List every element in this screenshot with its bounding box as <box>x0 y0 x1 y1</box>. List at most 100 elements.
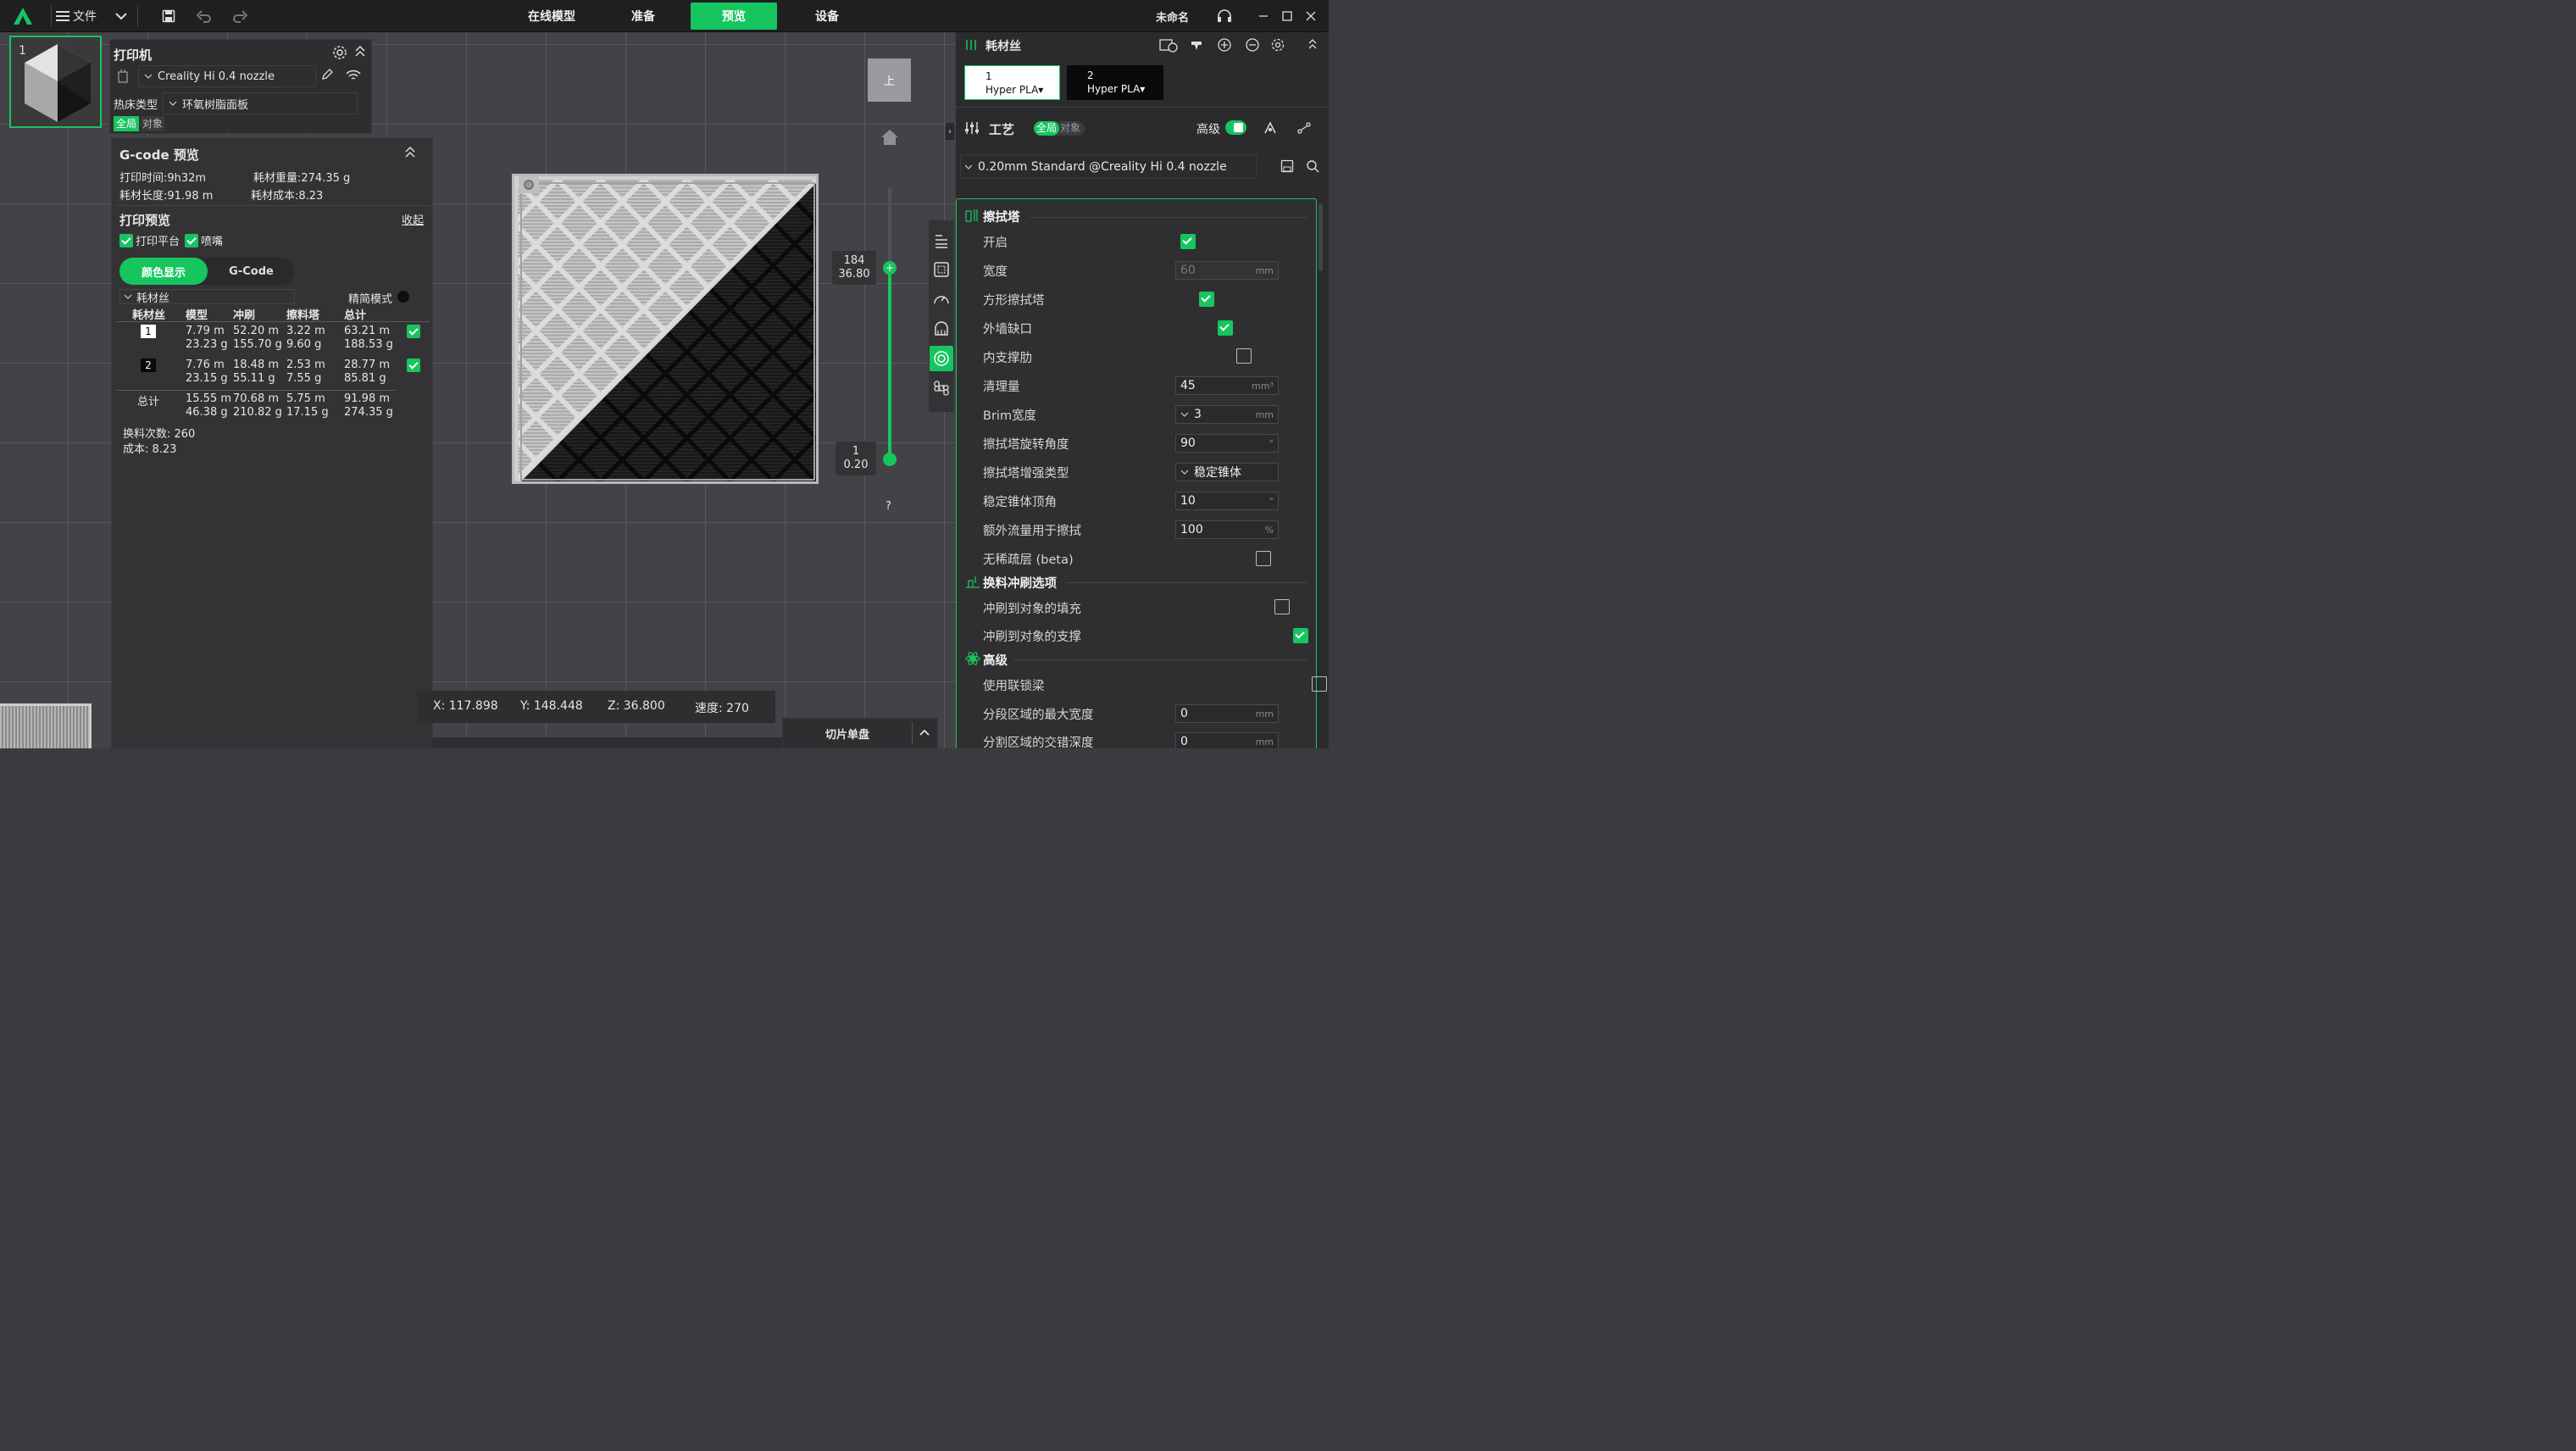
cone-angle-input[interactable]: 10 ° <box>1175 492 1279 510</box>
rotation-label: 擦拭塔旋转角度 <box>983 438 1069 452</box>
advanced-toggle[interactable] <box>1225 120 1246 135</box>
tab-prepare[interactable]: 准备 <box>600 3 686 30</box>
file-menu-button[interactable]: 文件 <box>56 5 97 27</box>
col-header-total: 总计 <box>344 309 367 322</box>
caret-down-icon: ▾ <box>1140 83 1146 95</box>
search-icon[interactable] <box>1306 159 1319 176</box>
width-input[interactable]: 60 mm <box>1175 261 1279 280</box>
divider <box>912 722 913 744</box>
divider <box>1066 582 1307 583</box>
connect-icon[interactable] <box>1296 120 1312 139</box>
remove-circle-icon[interactable] <box>1246 38 1259 55</box>
scope-object-tab[interactable]: 对象 <box>141 116 165 131</box>
show-nozzle-checkbox[interactable]: 喷嘴 <box>185 232 223 248</box>
no-sparse-checkbox[interactable] <box>1255 551 1271 566</box>
layers-icon[interactable] <box>931 231 952 251</box>
add-circle-icon[interactable] <box>1218 38 1231 55</box>
rotation-input[interactable]: 90 ° <box>1175 434 1279 453</box>
undo-icon[interactable] <box>193 5 215 27</box>
filament-sync-icon[interactable] <box>1159 37 1178 56</box>
scope-object-tab[interactable]: 对象 <box>1060 121 1080 136</box>
tab-online-models[interactable]: 在线模型 <box>508 3 595 30</box>
bed-type-label: 热床类型 <box>114 99 158 112</box>
collapse-up-icon[interactable] <box>355 45 365 61</box>
edit-icon[interactable] <box>320 68 334 85</box>
layer-slider-top-handle[interactable]: + <box>883 261 897 275</box>
chevron-up-icon[interactable] <box>919 727 930 740</box>
divider <box>1030 217 1307 218</box>
view-type-select[interactable]: 耗材丝 <box>119 289 295 305</box>
headset-icon[interactable] <box>1213 5 1235 27</box>
save-icon[interactable] <box>158 5 180 27</box>
home-icon[interactable] <box>880 129 899 149</box>
scope-global-tab[interactable]: 全局 <box>1034 121 1060 136</box>
sliders-icon <box>964 120 980 139</box>
filament-slot-2[interactable]: 2 Hyper PLA▾ <box>1067 65 1163 100</box>
slice-plate-button[interactable]: 切片单盘 <box>783 719 912 748</box>
speedometer-icon[interactable] <box>931 289 952 309</box>
rib-wall-label: 方形擦拭塔 <box>983 294 1045 308</box>
gcode-panel-title: G-code 预览 <box>119 147 199 163</box>
plate-thumbnail[interactable]: 1 <box>9 36 102 128</box>
nozzle-icon[interactable] <box>1189 37 1204 56</box>
save-icon[interactable] <box>1280 159 1294 176</box>
process-preset-select[interactable]: 0.20mm Standard @Creality Hi 0.4 nozzle <box>960 154 1257 179</box>
rib-wall-checkbox[interactable] <box>1199 292 1215 307</box>
extra-flow-input[interactable]: 100% <box>1175 520 1279 539</box>
redo-icon[interactable] <box>229 5 251 27</box>
checkbox-checked-icon <box>119 233 133 247</box>
inner-rib-checkbox[interactable] <box>1236 348 1252 364</box>
settings-scrollbar[interactable] <box>1319 203 1323 271</box>
row-visible-checkbox[interactable] <box>407 325 420 338</box>
gear-icon[interactable] <box>332 45 347 64</box>
layer-slider-bottom-handle[interactable] <box>883 453 897 466</box>
flush-support-checkbox[interactable] <box>1292 628 1308 643</box>
target-icon[interactable] <box>931 348 952 369</box>
chevron-down-icon[interactable] <box>110 5 132 27</box>
tab-device[interactable]: 设备 <box>784 3 870 30</box>
row-visible-checkbox[interactable] <box>407 359 420 372</box>
frame-icon[interactable] <box>931 259 952 280</box>
cell: 91.98 m 274.35 g <box>344 392 393 419</box>
close-icon[interactable] <box>1300 5 1322 27</box>
command-icon[interactable] <box>931 378 952 398</box>
collapse-up-icon[interactable] <box>405 146 415 162</box>
printer-select[interactable]: Creality Hi 0.4 nozzle <box>138 65 316 87</box>
compare-icon[interactable] <box>1263 120 1278 139</box>
scope-global-tab[interactable]: 全局 <box>114 116 140 131</box>
interlock-checkbox[interactable] <box>1311 676 1327 692</box>
tab-preview[interactable]: 预览 <box>691 3 777 30</box>
reinforce-type-select[interactable]: 稳定锥体 <box>1175 463 1279 481</box>
process-scope-toggle: 全局 对象 <box>1034 121 1085 136</box>
purge-volume-input[interactable]: 45 mm³ <box>1175 376 1279 395</box>
wifi-icon[interactable] <box>346 69 361 85</box>
support-icon[interactable] <box>931 318 952 338</box>
collapse-link[interactable]: 收起 <box>402 211 424 227</box>
seg-depth-input[interactable]: 0 mm <box>1175 732 1279 748</box>
color-mode-button[interactable]: 颜色显示 <box>119 258 208 285</box>
model-render[interactable] <box>512 174 819 484</box>
panel-collapse-arrow[interactable]: › <box>946 123 954 140</box>
gear-icon[interactable] <box>1271 38 1285 55</box>
outer-gap-checkbox[interactable] <box>1218 320 1234 336</box>
collapse-up-icon[interactable] <box>1308 39 1317 53</box>
help-button[interactable]: ? <box>886 500 891 513</box>
seg-width-input[interactable]: 0 mm <box>1175 704 1279 723</box>
minimize-icon[interactable] <box>1252 5 1274 27</box>
seg-width-label: 分段区域的最大宽度 <box>983 709 1094 722</box>
plate-cube-icon <box>25 44 91 122</box>
col-header-tower: 擦料塔 <box>286 309 320 322</box>
gcode-mode-button[interactable]: G-Code <box>208 258 295 285</box>
brim-width-input[interactable]: 3 mm <box>1175 405 1279 424</box>
flush-infill-checkbox[interactable] <box>1274 599 1290 614</box>
filament-slot-1[interactable]: 1 Hyper PLA▾ <box>964 65 1060 100</box>
horizontal-slider-track[interactable] <box>432 737 788 748</box>
simple-mode-toggle[interactable] <box>397 291 409 303</box>
bed-type-select[interactable]: 环氧树脂面板 <box>163 92 358 114</box>
enable-checkbox[interactable] <box>1180 234 1196 249</box>
show-bed-checkbox[interactable]: 打印平台 <box>119 232 180 248</box>
table-row: 1 7.79 m 23.23 g 52.20 m 155.70 g 3.22 m 9.… <box>112 325 434 355</box>
view-cube-top[interactable]: 上 <box>868 58 911 102</box>
enable-label: 开启 <box>983 236 1008 250</box>
maximize-icon[interactable] <box>1276 5 1298 27</box>
